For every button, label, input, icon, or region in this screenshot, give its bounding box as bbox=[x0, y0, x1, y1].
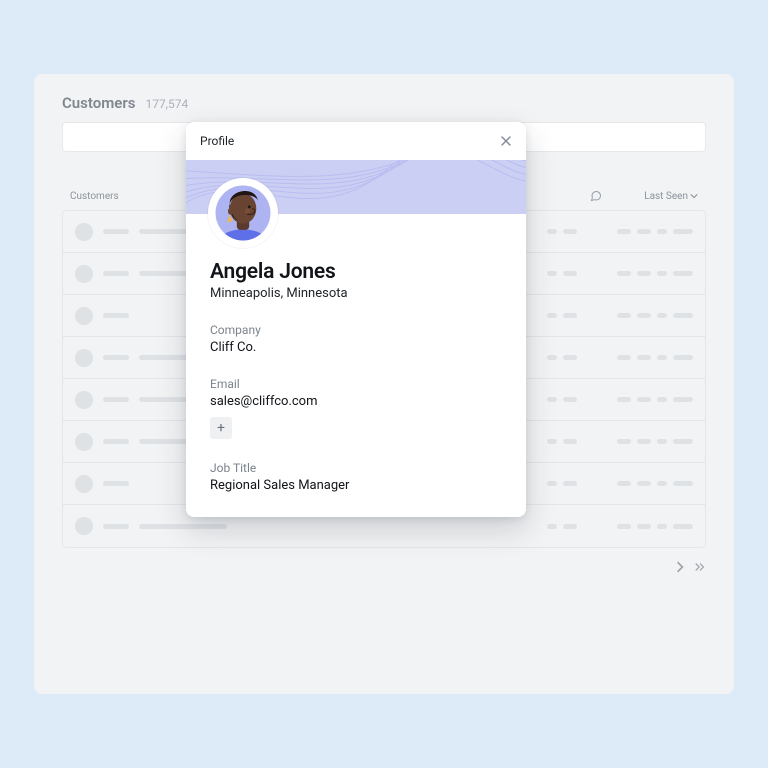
chevron-down-icon bbox=[690, 192, 698, 200]
chevron-right-icon bbox=[674, 561, 686, 573]
profile-location: Minneapolis, Minnesota bbox=[210, 286, 502, 301]
avatar-placeholder bbox=[75, 349, 93, 367]
text-placeholder bbox=[103, 271, 129, 276]
avatar-placeholder bbox=[75, 391, 93, 409]
last-page-button[interactable] bbox=[694, 558, 706, 577]
avatar-image bbox=[212, 182, 274, 244]
text-placeholder bbox=[103, 439, 129, 444]
page-header: Customers 177,574 bbox=[62, 94, 706, 112]
text-placeholder bbox=[103, 355, 129, 360]
avatar bbox=[208, 178, 278, 248]
pagination bbox=[62, 558, 706, 577]
chat-icon bbox=[590, 190, 602, 202]
next-page-button[interactable] bbox=[674, 558, 686, 577]
customer-count: 177,574 bbox=[145, 97, 188, 111]
avatar-placeholder bbox=[75, 517, 93, 535]
profile-card: Profile bbox=[186, 122, 526, 517]
avatar-placeholder bbox=[75, 265, 93, 283]
text-placeholder bbox=[103, 229, 129, 234]
add-email-button[interactable]: + bbox=[210, 417, 232, 439]
profile-card-title: Profile bbox=[200, 134, 234, 148]
profile-card-body: Angela Jones Minneapolis, Minnesota Comp… bbox=[186, 214, 526, 517]
avatar-placeholder bbox=[75, 223, 93, 241]
text-placeholder bbox=[139, 524, 227, 529]
avatar-placeholder bbox=[75, 475, 93, 493]
company-field: Company Cliff Co. bbox=[210, 323, 502, 355]
avatar-placeholder bbox=[75, 307, 93, 325]
plus-icon: + bbox=[217, 420, 225, 436]
close-icon bbox=[500, 135, 512, 147]
text-placeholder bbox=[103, 481, 129, 486]
chevron-double-right-icon bbox=[694, 561, 706, 573]
job-title-label: Job Title bbox=[210, 461, 502, 475]
text-placeholder bbox=[103, 397, 129, 402]
company-label: Company bbox=[210, 323, 502, 337]
text-placeholder bbox=[103, 313, 129, 318]
customers-page: Customers 177,574 Customers Last Seen bbox=[34, 74, 734, 694]
close-button[interactable] bbox=[500, 135, 512, 147]
column-last-seen-label: Last Seen bbox=[644, 191, 688, 202]
email-field: Email sales@cliffco.com + bbox=[210, 377, 502, 439]
profile-name: Angela Jones bbox=[210, 260, 502, 284]
avatar-placeholder bbox=[75, 433, 93, 451]
column-customers[interactable]: Customers bbox=[70, 191, 119, 202]
profile-card-header: Profile bbox=[186, 122, 526, 160]
job-title-field: Job Title Regional Sales Manager bbox=[210, 461, 502, 493]
text-placeholder bbox=[103, 524, 129, 529]
column-last-seen[interactable]: Last Seen bbox=[644, 191, 698, 202]
job-title-value: Regional Sales Manager bbox=[210, 478, 502, 493]
company-value: Cliff Co. bbox=[210, 340, 502, 355]
email-value: sales@cliffco.com bbox=[210, 394, 502, 409]
page-title: Customers bbox=[62, 94, 135, 112]
email-label: Email bbox=[210, 377, 502, 391]
